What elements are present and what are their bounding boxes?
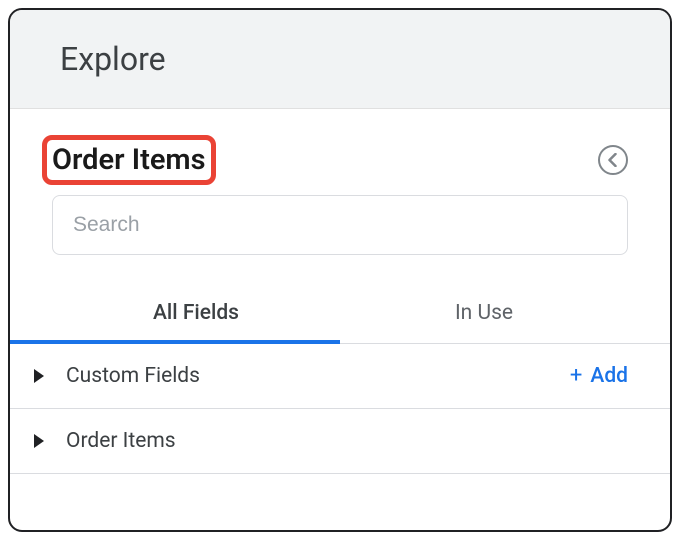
explore-panel: Explore Order Items All Fields In Use	[8, 8, 672, 532]
chevron-left-icon	[607, 153, 619, 167]
custom-fields-row[interactable]: Custom Fields + Add	[10, 344, 670, 408]
expand-icon	[34, 434, 44, 448]
explore-title: Order Items	[52, 143, 206, 177]
panel-header: Explore	[10, 10, 670, 109]
panel-content: Order Items All Fields In Use Custom Fie…	[10, 109, 670, 474]
tab-in-use[interactable]: In Use	[340, 283, 628, 343]
add-label: Add	[590, 364, 628, 388]
title-wrap: Order Items	[52, 143, 206, 177]
order-items-label: Order Items	[66, 429, 176, 453]
search-input[interactable]	[52, 195, 628, 255]
expand-icon	[34, 369, 44, 383]
plus-icon: +	[570, 365, 582, 387]
page-title: Explore	[60, 40, 634, 78]
add-button[interactable]: + Add	[570, 364, 628, 388]
section-custom-fields: Custom Fields + Add	[10, 344, 670, 409]
collapse-button[interactable]	[598, 145, 628, 175]
custom-fields-label: Custom Fields	[66, 364, 200, 388]
tabs: All Fields In Use	[10, 283, 670, 344]
order-items-row[interactable]: Order Items	[10, 409, 670, 473]
tab-all-fields[interactable]: All Fields	[52, 283, 340, 343]
title-row: Order Items	[52, 143, 628, 177]
section-order-items: Order Items	[10, 409, 670, 474]
